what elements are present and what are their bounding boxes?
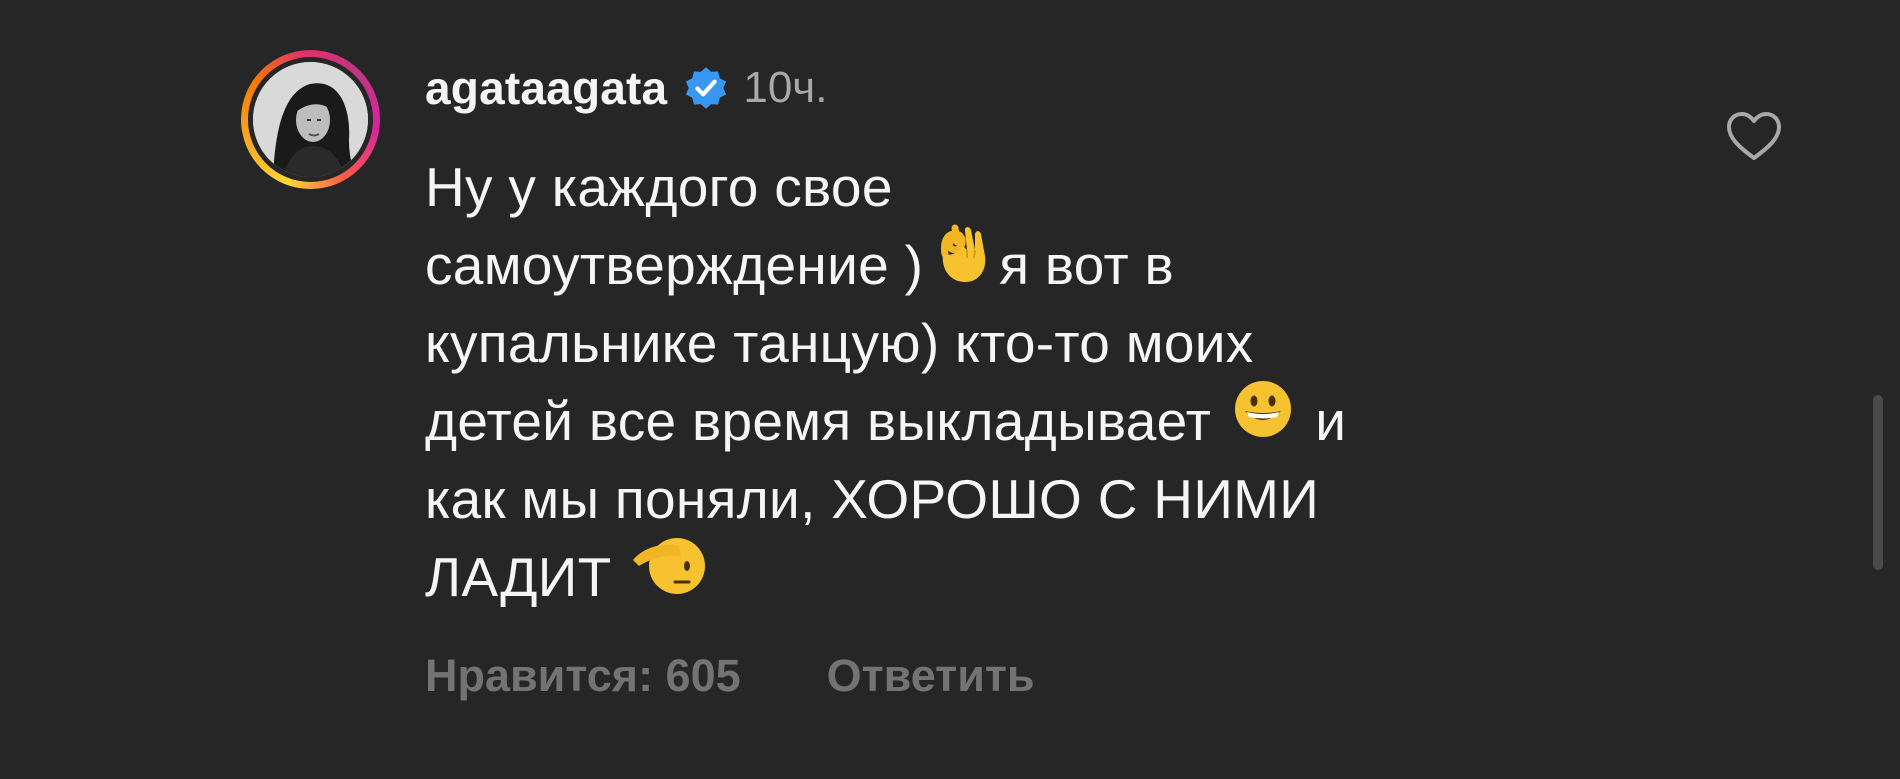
grinning-face-emoji-icon — [1233, 379, 1293, 459]
comment-line: ЛАДИТ — [425, 538, 1625, 616]
comment-line: самоутверждение ) я вот в — [425, 224, 1625, 304]
heart-outline-icon — [1727, 112, 1781, 160]
user-avatar-photo-icon — [253, 62, 368, 177]
ok-hand-emoji-icon — [931, 220, 991, 306]
comment-line: Ну у каждого свое — [425, 156, 893, 218]
likes-count-button[interactable]: Нравится: 605 — [425, 650, 741, 701]
comment-header: agataagata 10ч. — [425, 60, 827, 116]
reply-button[interactable]: Ответить — [827, 650, 1035, 701]
verified-badge-icon — [683, 65, 729, 111]
saluting-face-emoji-icon — [631, 534, 706, 616]
scrollbar[interactable] — [1873, 395, 1883, 570]
comment-line: детей все время выкладывает и — [425, 379, 1625, 460]
comment-item: agataagata 10ч. Ну у каждого свое самоут… — [0, 0, 1900, 779]
username-link[interactable]: agataagata — [425, 61, 667, 115]
comment-line: как мы поняли, ХОРОШО С НИМИ — [425, 468, 1320, 530]
comment-timestamp: 10ч. — [743, 63, 828, 112]
like-button[interactable] — [1725, 110, 1783, 162]
story-ring[interactable] — [241, 50, 380, 189]
comment-line: купальнике танцую) кто-то моих — [425, 312, 1254, 374]
avatar[interactable] — [253, 62, 368, 177]
comment-text: Ну у каждого свое самоутверждение ) я во… — [425, 148, 1625, 616]
comment-actions: Нравится: 605 Ответить — [425, 650, 1035, 702]
